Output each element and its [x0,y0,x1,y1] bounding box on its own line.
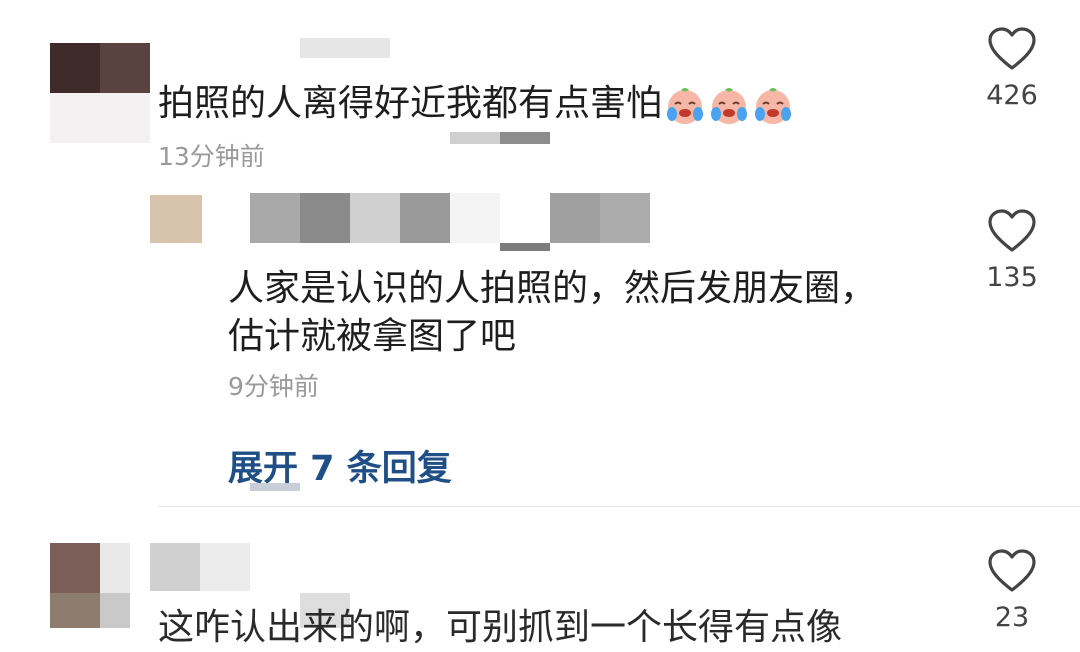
comment-text-content: 拍照的人离得好近我都有点害怕 [158,83,663,124]
comment-time: 13分钟前 [158,142,265,171]
heart-icon[interactable] [987,26,1037,72]
like-button[interactable]: 23 [972,548,1052,633]
like-button[interactable]: 135 [972,208,1052,293]
like-button[interactable]: 426 [972,26,1052,111]
reply-text-line1: 人家是认识的人拍照的，然后发朋友圈， [228,268,877,309]
comment-text: 拍照的人离得好近我都有点害怕 [158,80,794,128]
heart-icon[interactable] [987,548,1037,594]
loudly-crying-face-icon [752,84,794,126]
comment-text: 这咋认出来的啊，可别抓到一个长得有点像 [158,607,843,648]
like-count: 135 [986,262,1038,293]
avatar[interactable] [50,43,150,143]
username-blurred[interactable] [300,38,390,58]
like-count: 23 [994,602,1030,633]
reply-time: 9分钟前 [228,372,319,401]
divider [158,506,1080,507]
avatar[interactable] [150,195,202,247]
avatar[interactable] [50,543,130,628]
heart-icon[interactable] [987,208,1037,254]
reply-text-line2: 估计就被拿图了吧 [228,316,517,357]
loudly-crying-face-icon [664,84,706,126]
like-count: 426 [986,80,1038,111]
loudly-crying-face-icon [708,84,750,126]
